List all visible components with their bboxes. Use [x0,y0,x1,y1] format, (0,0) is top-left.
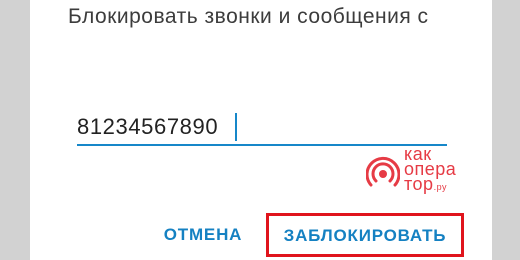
input-underline [77,144,447,146]
watermark-line-3-text: тор [404,174,434,194]
watermark-suffix: .ру [433,182,447,192]
watermark-line-3: тор.ру [404,174,456,195]
watermark-logo: как опера тор.ру [366,145,456,205]
phone-number-input[interactable] [77,110,447,144]
text-cursor [235,113,237,141]
dialog-title: Блокировать звонки и сообщения с [68,5,429,28]
cancel-button[interactable]: ОТМЕНА [150,213,256,257]
watermark-text: как опера тор.ру [404,145,456,195]
phone-input-field[interactable] [77,110,447,148]
block-button[interactable]: ЗАБЛОКИРОВАТЬ [266,213,464,257]
signal-waves-icon [366,156,400,187]
